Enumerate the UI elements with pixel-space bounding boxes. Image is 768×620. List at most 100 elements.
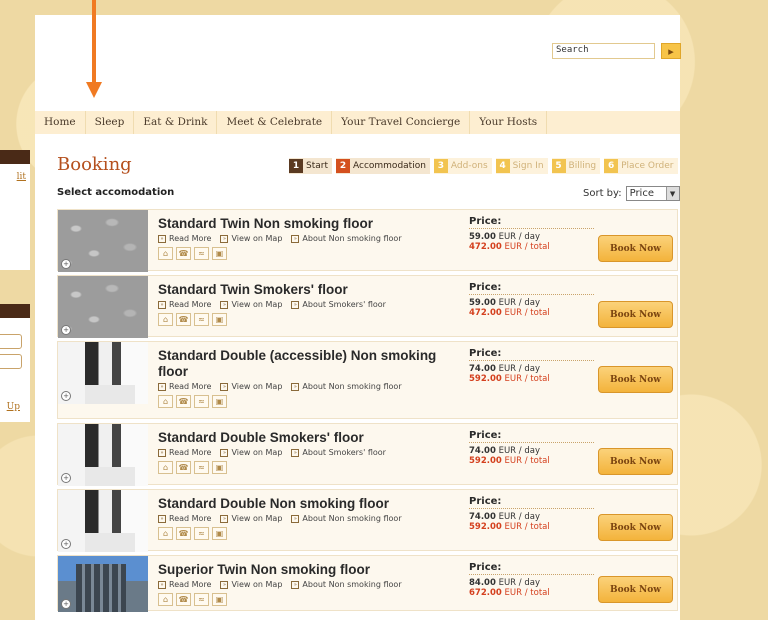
link-icon: » (291, 580, 300, 589)
nav-eat-drink[interactable]: Eat & Drink (134, 111, 218, 134)
book-now-button[interactable]: Book Now (598, 301, 673, 328)
search-bar: Search ▸ (552, 43, 681, 59)
phone-icon: ☎ (176, 247, 191, 260)
step-billing: 5 Billing (551, 158, 601, 174)
room-name[interactable]: Standard Double Non smoking floor (158, 496, 458, 512)
search-button[interactable]: ▸ (661, 43, 681, 59)
room-item: + Standard Twin Smokers' floor » Read Mor… (57, 275, 678, 338)
link-icon: » (158, 382, 166, 391)
room-name[interactable]: Standard Double Smokers' floor (158, 430, 458, 446)
view-map-link[interactable]: » View on Map (220, 448, 282, 457)
link-icon: » (158, 448, 166, 457)
book-now-button[interactable]: Book Now (598, 366, 673, 393)
sort-select[interactable]: Price ▼ (625, 186, 680, 201)
step-accommodation[interactable]: 2 Accommodation (336, 158, 430, 174)
home-icon: ⌂ (158, 247, 173, 260)
room-photo[interactable]: + (58, 210, 148, 272)
book-now-button[interactable]: Book Now (598, 235, 673, 262)
about-floor-link[interactable]: » About Non smoking floor (291, 514, 402, 523)
amenities: ⌂ ☎ ≈ ▣ (158, 247, 458, 260)
room-photo[interactable]: + (58, 342, 148, 404)
price-label: Price: (469, 216, 594, 229)
total-price: 472.00 (469, 308, 502, 318)
link-icon: » (220, 234, 229, 243)
link-icon: » (158, 514, 166, 523)
room-photo[interactable]: + (58, 490, 148, 552)
read-more-link[interactable]: » Read More (158, 234, 211, 243)
room-item: + Superior Twin Non smoking floor » Read … (57, 555, 678, 612)
amenities: ⌂ ☎ ≈ ▣ (158, 593, 458, 606)
step-start[interactable]: 1 Start (289, 158, 332, 174)
home-icon: ⌂ (158, 527, 173, 540)
room-name[interactable]: Superior Twin Non smoking floor (158, 562, 458, 578)
read-more-link[interactable]: » Read More (158, 300, 211, 309)
room-name[interactable]: Standard Double (accessible) Non smoking… (158, 348, 458, 380)
total-price: 472.00 (469, 242, 502, 252)
nav-home[interactable]: Home (35, 111, 86, 134)
room-item: + Standard Double Non smoking floor » Rea… (57, 489, 678, 552)
zoom-icon[interactable]: + (61, 259, 71, 269)
room-photo[interactable]: + (58, 276, 148, 338)
view-map-link[interactable]: » View on Map (220, 514, 282, 523)
phone-icon: ☎ (176, 395, 191, 408)
side-panel-top: lit (0, 150, 30, 270)
zoom-icon[interactable]: + (61, 599, 71, 609)
nav-your-hosts[interactable]: Your Hosts (470, 111, 548, 134)
about-floor-link[interactable]: » About Smokers' floor (291, 448, 386, 457)
room-photo[interactable]: + (58, 424, 148, 486)
main-nav: Home Sleep Eat & Drink Meet & Celebrate … (35, 111, 680, 134)
room-name[interactable]: Standard Twin Non smoking floor (158, 216, 458, 232)
room-photo[interactable]: + (58, 556, 148, 612)
phone-icon: ☎ (176, 593, 191, 606)
amenities: ⌂ ☎ ≈ ▣ (158, 313, 458, 326)
signup-link[interactable]: Up (7, 402, 20, 412)
room-list: + Standard Twin Non smoking floor » Read … (57, 209, 678, 615)
login-field-1[interactable] (0, 334, 22, 349)
link-icon: » (291, 382, 300, 391)
book-now-button[interactable]: Book Now (598, 514, 673, 541)
view-map-link[interactable]: » View on Map (220, 234, 282, 243)
about-floor-link[interactable]: » About Smokers' floor (291, 300, 386, 309)
tv-icon: ▣ (212, 527, 227, 540)
about-floor-link[interactable]: » About Non smoking floor (291, 382, 402, 391)
nav-sleep[interactable]: Sleep (86, 111, 135, 134)
search-input[interactable]: Search (552, 43, 655, 59)
arrow-right-icon: ▸ (668, 44, 674, 58)
about-floor-link[interactable]: » About Non smoking floor (291, 234, 402, 243)
tv-icon: ▣ (212, 313, 227, 326)
nav-meet-celebrate[interactable]: Meet & Celebrate (217, 111, 333, 134)
tv-icon: ▣ (212, 247, 227, 260)
login-field-2[interactable] (0, 354, 22, 369)
link-icon: » (158, 580, 166, 589)
read-more-link[interactable]: » Read More (158, 580, 211, 589)
zoom-icon[interactable]: + (61, 473, 71, 483)
edit-link[interactable]: lit (17, 172, 26, 182)
amenities: ⌂ ☎ ≈ ▣ (158, 527, 458, 540)
zoom-icon[interactable]: + (61, 539, 71, 549)
nav-travel-concierge[interactable]: Your Travel Concierge (332, 111, 471, 134)
room-item: + Standard Double Smokers' floor » Read M… (57, 423, 678, 486)
read-more-link[interactable]: » Read More (158, 448, 211, 457)
zoom-icon[interactable]: + (61, 325, 71, 335)
read-more-link[interactable]: » Read More (158, 514, 211, 523)
book-now-button[interactable]: Book Now (598, 576, 673, 603)
day-price: 59.00 (469, 298, 496, 308)
wifi-icon: ≈ (194, 461, 209, 474)
room-name[interactable]: Standard Twin Smokers' floor (158, 282, 458, 298)
price-label: Price: (469, 348, 594, 361)
wifi-icon: ≈ (194, 247, 209, 260)
zoom-icon[interactable]: + (61, 391, 71, 401)
view-map-link[interactable]: » View on Map (220, 382, 282, 391)
tv-icon: ▣ (212, 593, 227, 606)
total-price: 592.00 (469, 374, 502, 384)
link-icon: » (158, 300, 166, 309)
book-now-button[interactable]: Book Now (598, 448, 673, 475)
day-price: 84.00 (469, 578, 496, 588)
view-map-link[interactable]: » View on Map (220, 580, 282, 589)
phone-icon: ☎ (176, 313, 191, 326)
day-price: 59.00 (469, 232, 496, 242)
about-floor-link[interactable]: » About Non smoking floor (291, 580, 402, 589)
view-map-link[interactable]: » View on Map (220, 300, 282, 309)
read-more-link[interactable]: » Read More (158, 382, 211, 391)
chevron-down-icon: ▼ (665, 187, 679, 200)
